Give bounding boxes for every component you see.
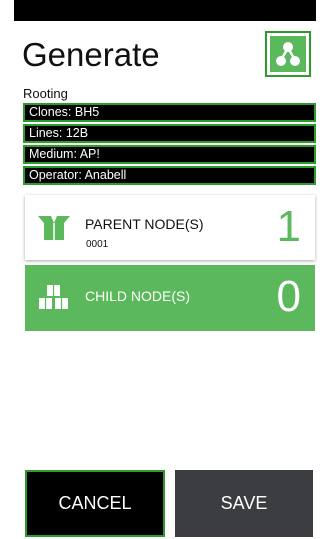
status-bar	[14, 0, 316, 21]
child-node-card[interactable]: CHILD NODE(S) 0	[25, 265, 315, 331]
child-node-count: 0	[276, 272, 301, 321]
subtitle: Rooting	[23, 86, 68, 101]
parent-node-count: 1	[276, 202, 301, 251]
info-row-operator: Operator: Anabell	[23, 166, 316, 185]
info-row-medium: Medium: AP!	[23, 145, 316, 164]
parent-node-card[interactable]: PARENT NODE(S) 0001 1	[25, 195, 315, 260]
child-node-label: CHILD NODE(S)	[85, 288, 191, 304]
stacked-boxes-icon	[39, 285, 68, 309]
save-button[interactable]: SAVE	[175, 470, 313, 537]
info-list: Clones: BH5 Lines: 12B Medium: AP! Opera…	[23, 103, 316, 187]
page-title: Generate	[22, 36, 160, 73]
open-box-icon	[38, 216, 70, 240]
info-row-clones: Clones: BH5	[23, 103, 316, 122]
cancel-button[interactable]: CANCEL	[25, 470, 165, 537]
parent-node-label: PARENT NODE(S)	[85, 216, 204, 232]
parent-node-id: 0001	[86, 239, 109, 250]
info-row-lines: Lines: 12B	[23, 124, 316, 143]
screen: Generate Rooting Clones: BH5 Lines: 12B …	[0, 0, 323, 539]
tree-nodes-icon[interactable]	[265, 31, 311, 77]
